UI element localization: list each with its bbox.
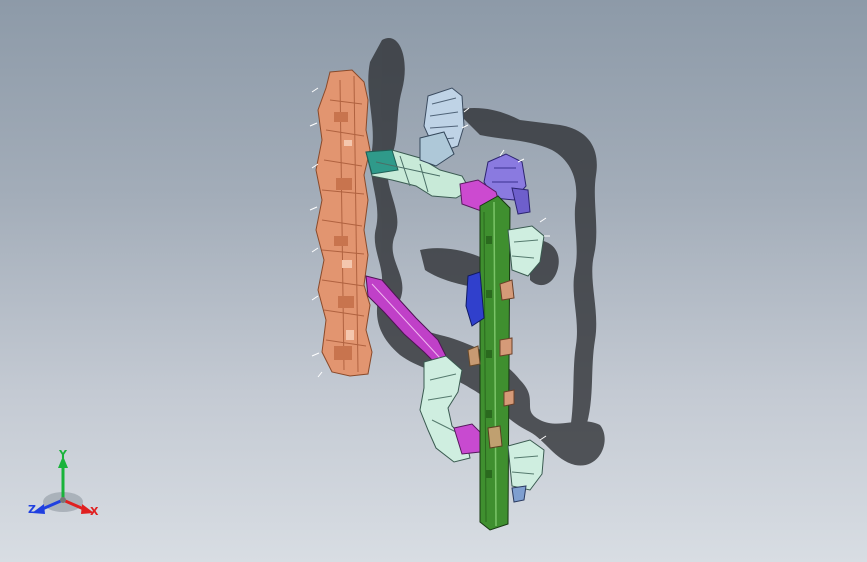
coordinate-triad: Y Z X bbox=[28, 448, 108, 522]
orange-bracket-part[interactable] bbox=[309, 69, 373, 378]
green-rail-part[interactable] bbox=[467, 195, 511, 531]
y-axis-label: Y bbox=[59, 448, 67, 461]
z-axis-label: Z bbox=[28, 503, 36, 516]
triad-origin bbox=[60, 497, 66, 503]
cad-scene[interactable] bbox=[0, 0, 867, 562]
cad-viewport[interactable]: Y Z X bbox=[0, 0, 867, 562]
right-bracket-lower[interactable] bbox=[507, 435, 547, 503]
x-axis-label: X bbox=[90, 505, 99, 518]
top-bracket-part[interactable] bbox=[419, 87, 470, 167]
